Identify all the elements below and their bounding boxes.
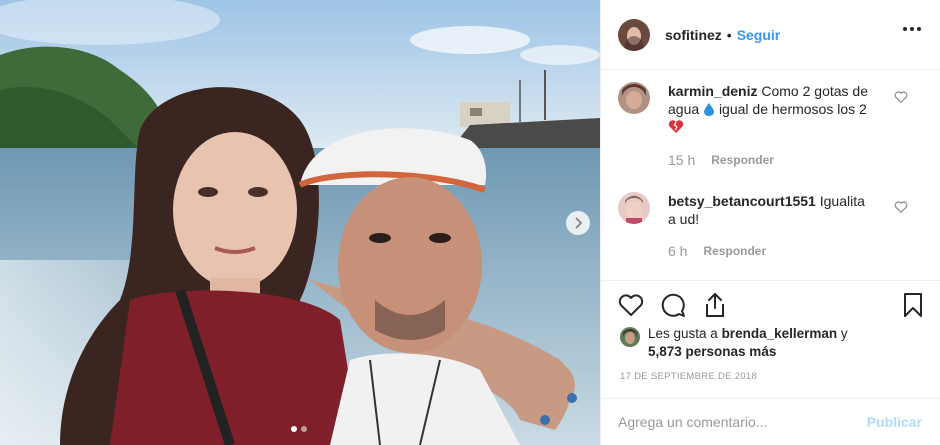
like-comment-icon[interactable] — [894, 90, 908, 104]
likes-count[interactable]: 5,873 personas más — [648, 344, 776, 359]
comment-item: karmin_deniz Como 2 gotas de agua igual … — [618, 82, 918, 172]
post-header: sofitinez • Seguir — [601, 0, 940, 70]
liker-username[interactable]: brenda_kellerman — [722, 326, 838, 341]
comment-username[interactable]: betsy_betancourt1551 — [668, 193, 816, 209]
commenter-avatar[interactable] — [618, 192, 650, 224]
add-comment-section: Publicar — [601, 398, 940, 445]
commenter-avatar[interactable] — [618, 82, 650, 114]
like-comment-icon[interactable] — [894, 200, 908, 214]
follow-button[interactable]: Seguir — [737, 27, 781, 43]
share-button[interactable] — [701, 291, 729, 319]
more-options-icon[interactable] — [903, 27, 921, 31]
comment-body-continued: igual de hermosos los 2 — [718, 101, 867, 117]
carousel-indicator — [291, 426, 307, 432]
section-divider — [601, 280, 940, 281]
comment-timestamp: 6 h — [668, 243, 688, 259]
post-date[interactable]: 17 de septiembre de 2018 — [620, 371, 757, 382]
carousel-dot-active — [291, 426, 297, 432]
heart-icon — [618, 294, 644, 316]
comment-username[interactable]: karmin_deniz — [668, 83, 757, 99]
likes-conjunction: y — [837, 326, 848, 341]
bookmark-icon — [904, 293, 922, 317]
likes-text: Les gusta a brenda_kellerman y 5,873 per… — [648, 325, 918, 361]
post-photo[interactable] — [0, 0, 600, 445]
instagram-post: sofitinez • Seguir karmin_deniz Como 2 g… — [0, 0, 940, 445]
broken-heart-icon — [668, 120, 684, 133]
save-button[interactable] — [899, 291, 927, 319]
publish-button[interactable]: Publicar — [867, 414, 922, 430]
carousel-dot — [301, 426, 307, 432]
comment-text: betsy_betancourt1551 Igualita a ud! — [668, 192, 873, 228]
reply-button[interactable]: Responder — [703, 243, 766, 259]
likes-prefix: Les gusta a — [648, 326, 722, 341]
post-actions — [617, 291, 729, 319]
comment-item: betsy_betancourt1551 Igualita a ud! 6 h … — [618, 192, 918, 262]
like-button[interactable] — [617, 291, 645, 319]
next-photo-button[interactable] — [566, 211, 590, 235]
separator-dot: • — [726, 26, 732, 43]
selfie-photo-image — [0, 0, 600, 445]
comment-text: karmin_deniz Como 2 gotas de agua igual … — [668, 82, 873, 136]
reply-button[interactable]: Responder — [711, 152, 774, 168]
liker-avatar[interactable] — [620, 327, 640, 347]
droplet-icon — [704, 103, 715, 116]
author-avatar[interactable] — [618, 18, 650, 51]
post-side-panel: sofitinez • Seguir karmin_deniz Como 2 g… — [600, 0, 940, 445]
share-icon — [706, 293, 724, 317]
comment-timestamp: 15 h — [668, 152, 696, 168]
chevron-right-icon — [575, 217, 583, 229]
comment-meta: 6 h Responder — [668, 243, 766, 259]
comment-button[interactable] — [659, 291, 687, 319]
comment-meta: 15 h Responder — [668, 152, 774, 168]
comment-input[interactable] — [618, 411, 848, 433]
comment-icon — [661, 293, 685, 317]
author-username[interactable]: sofitinez — [665, 27, 722, 43]
